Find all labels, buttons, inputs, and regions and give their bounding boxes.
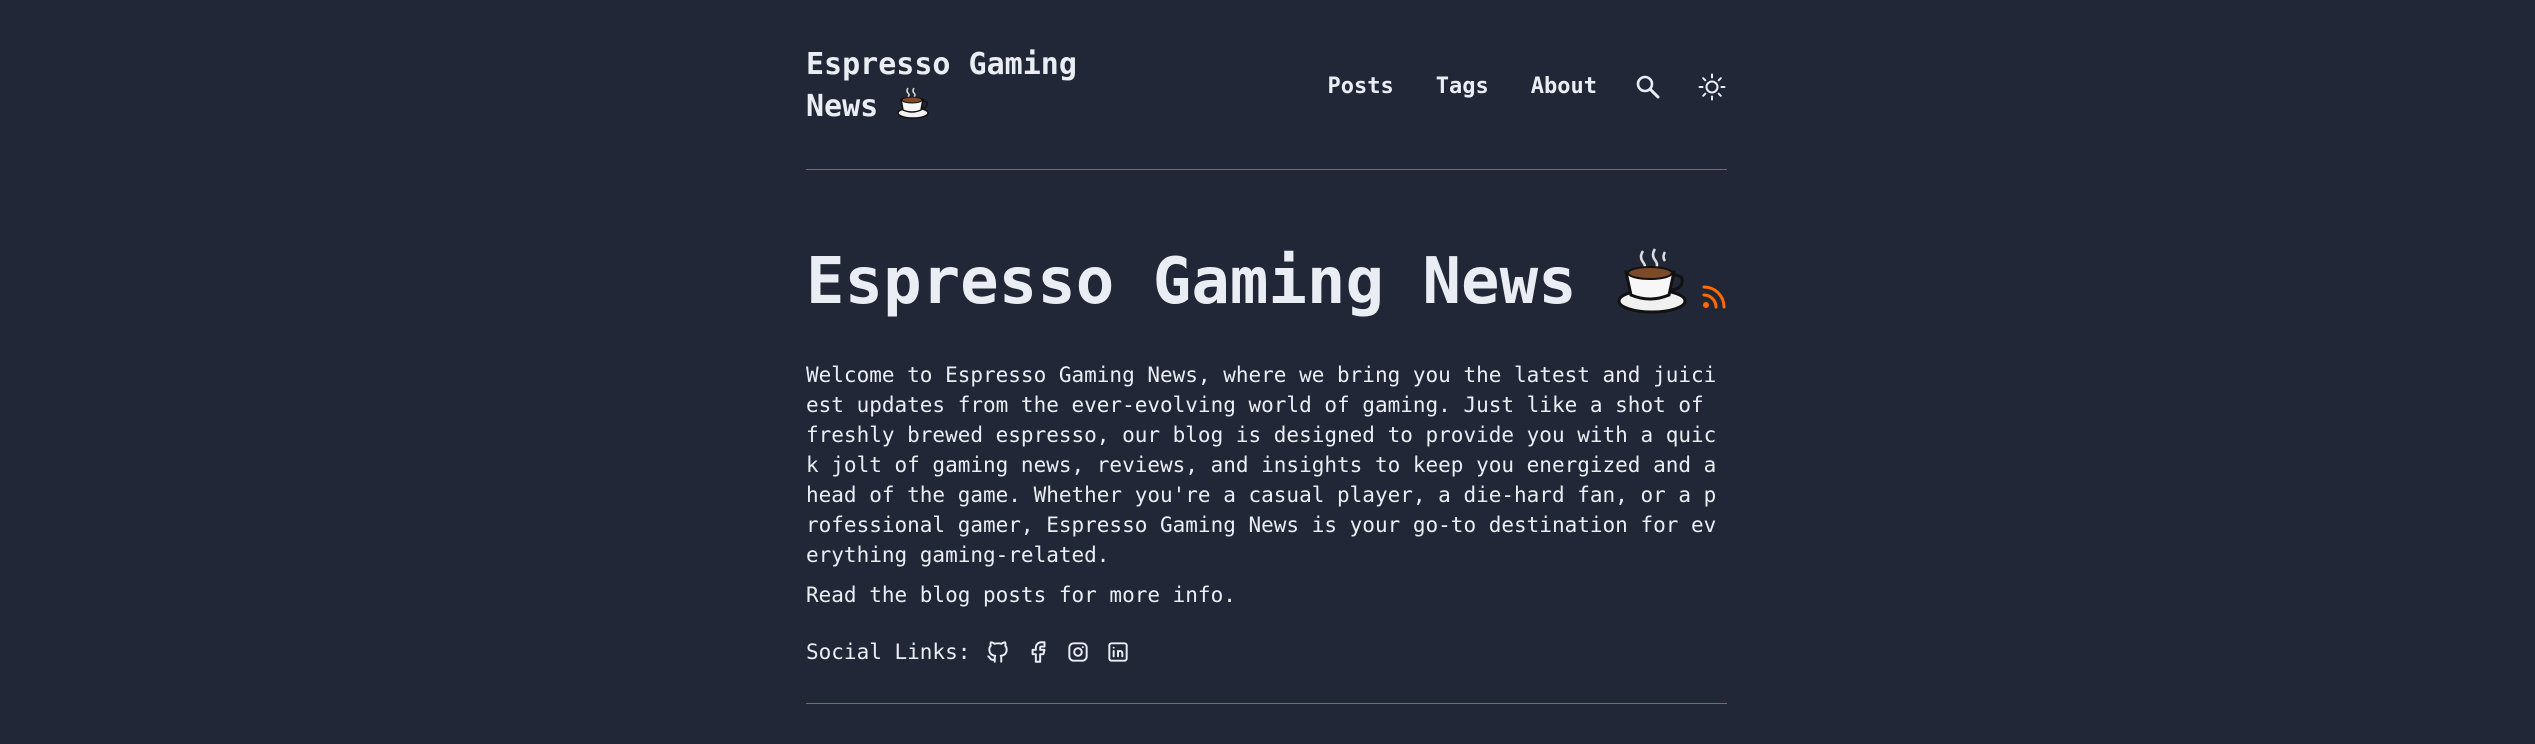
- social-links: Social Links:: [806, 636, 1144, 668]
- nav-posts[interactable]: Posts: [1328, 67, 1394, 107]
- site-header: Espresso Gaming News Posts Tags About: [806, 45, 1727, 125]
- logo-line1: Espresso Gaming: [806, 47, 1077, 82]
- read-more-text: Read the blog posts for more info.: [806, 583, 1236, 607]
- main-nav: Posts Tags About: [1328, 67, 1727, 107]
- hero-coffee-cup-icon: [1617, 245, 1689, 319]
- linkedin-icon[interactable]: [1104, 638, 1132, 666]
- nav-tags[interactable]: Tags: [1436, 67, 1489, 107]
- intro-paragraph: Welcome to Espresso Gaming News, where w…: [806, 363, 1717, 567]
- facebook-icon[interactable]: [1024, 638, 1052, 666]
- logo-line2: News: [806, 89, 879, 124]
- search-icon[interactable]: [1633, 72, 1663, 102]
- page-container: Espresso Gaming News Posts Tags About Es…: [806, 0, 1727, 744]
- nav-about[interactable]: About: [1531, 67, 1597, 107]
- coffee-cup-icon: [896, 85, 930, 130]
- section-divider: [806, 703, 1727, 704]
- social-links-label: Social Links:: [806, 640, 971, 664]
- instagram-icon[interactable]: [1064, 638, 1092, 666]
- site-logo[interactable]: Espresso Gaming News: [806, 45, 1136, 130]
- sun-icon[interactable]: [1697, 72, 1727, 102]
- github-icon[interactable]: [984, 638, 1012, 666]
- header-divider: [806, 169, 1727, 170]
- rss-icon[interactable]: [1701, 282, 1729, 310]
- hero-title: Espresso Gaming News: [806, 245, 1577, 319]
- hero-title-row: Espresso Gaming News: [806, 242, 1729, 322]
